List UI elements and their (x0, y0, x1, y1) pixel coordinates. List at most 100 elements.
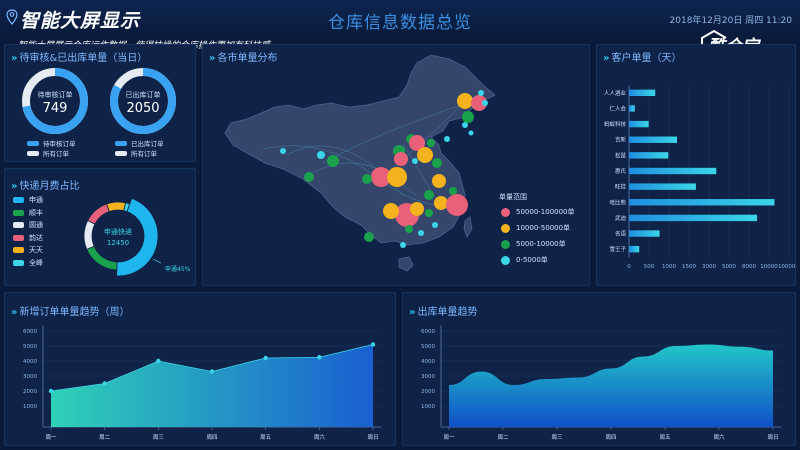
legend-label: 所有订单 (131, 150, 157, 158)
new-orders-area-chart: 1000 2000 3000 4000 5000 6000 周一 周二 周三 周四 周五 周六 周日 (23, 325, 381, 441)
y-tick-label: 6000 (421, 329, 435, 335)
city-dot (400, 242, 406, 248)
x-tick-label: 10000 (760, 264, 778, 270)
x-tick-label: 周一 (45, 434, 57, 441)
datetime: 2018年12月20日 周四 11:20 (669, 16, 792, 26)
pending-donut-chart: 待审核订单 749 (22, 68, 88, 134)
city-dot (405, 225, 413, 233)
city-dot (434, 196, 448, 210)
x-tick-label: 3000 (702, 264, 716, 270)
city-dot (462, 122, 468, 128)
x-tick-label: 8000 (742, 264, 756, 270)
map-legend-item: 50000-100000单 (501, 207, 575, 217)
bar (629, 120, 649, 128)
china-map-outline (224, 54, 496, 246)
legend-label: 所有订单 (43, 150, 69, 158)
china-map: 单量范围 (224, 54, 527, 272)
category-label: 惠氏 (615, 167, 627, 175)
orders-legend-item: 所有订单 (27, 148, 69, 158)
area-fill (449, 344, 773, 427)
x-tick-label: 周四 (605, 434, 616, 441)
y-tick-label: 5000 (421, 344, 435, 350)
legend-label: 全峰 (29, 258, 43, 267)
shipped-trend-panel: » 出库单量趋势 1000 2000 3000 4000 5000 6000 周一 周二 周三 周四… (402, 292, 796, 446)
city-dot (468, 130, 474, 136)
hainan-island (398, 256, 414, 272)
city-dot (383, 203, 399, 219)
bar (629, 245, 640, 253)
city-dot (425, 209, 433, 217)
shipped-donut-chart: 已出库订单 2050 (110, 68, 176, 134)
legend-swatch (27, 140, 39, 146)
city-dot (412, 158, 418, 164)
x-tick-label: 周五 (659, 434, 671, 441)
express-panel: » 快递月费占比 申通 顺丰 圆通 韵达 天天 全峰 申通快递 12450 申通45% (4, 168, 196, 286)
city-dot (432, 222, 438, 228)
map-legend-item: 10000-50000单 (501, 223, 570, 233)
y-tick-label: 3000 (421, 374, 435, 380)
category-label: 旺挂 (615, 183, 627, 191)
city-dot (424, 190, 434, 200)
y-tick-label: 1000 (421, 404, 435, 410)
x-tick-label: 周四 (206, 434, 217, 441)
category-label: 吉新 (615, 136, 627, 144)
x-tick-label: 1000 (662, 264, 676, 270)
chevron-right-icon: » (11, 181, 18, 192)
x-tick-label: 周二 (497, 434, 509, 441)
data-point (317, 355, 322, 360)
legend-label: 天天 (29, 246, 43, 254)
legend-label: 50000-100000单 (516, 208, 575, 216)
legend-label: 10000-50000单 (516, 224, 571, 232)
express-panel-title: » 快递月费占比 (11, 181, 80, 192)
city-dot (446, 194, 468, 216)
map-panel: » 各市单量分布 单量范围 50000-100000单 10000-50000单… (202, 44, 590, 286)
city-dot (327, 155, 339, 167)
express-legend-item: 顺丰 (13, 208, 43, 218)
x-tick-label: 周六 (713, 433, 725, 441)
legend-label: 待审核订单 (43, 140, 76, 148)
city-dot (364, 232, 374, 242)
city-dot (457, 93, 473, 109)
city-dot (418, 230, 424, 236)
city-dot (410, 202, 424, 216)
pie-slice-韵达 (87, 203, 110, 225)
legend-swatch (115, 140, 127, 146)
bar (629, 89, 656, 97)
express-legend-item: 圆通 (13, 220, 43, 230)
legend-label: 圆通 (29, 221, 43, 229)
pending-label: 待审核订单 (38, 90, 73, 99)
taiwan-island (463, 216, 473, 238)
express-legend-item: 全峰 (13, 258, 43, 268)
x-tick-label: 周六 (314, 433, 326, 441)
y-tick-label: 4000 (421, 359, 435, 365)
city-dot (362, 174, 372, 184)
legend-dot (501, 223, 510, 233)
legend-swatch (13, 247, 24, 253)
legend-swatch (13, 197, 24, 203)
bar (629, 152, 669, 159)
city-dot (449, 187, 457, 195)
city-dot (462, 111, 474, 123)
data-point (48, 388, 54, 394)
y-tick-label: 2000 (421, 389, 435, 395)
area-fill (51, 344, 373, 427)
x-tick-label: 周三 (551, 434, 563, 441)
x-tick-label: 周五 (260, 434, 272, 441)
y-tick-label: 5000 (23, 344, 37, 350)
legend-dot (501, 255, 510, 265)
legend-label: 已出库订单 (131, 140, 164, 148)
map-legend-title: 单量范围 (499, 192, 527, 201)
bar (629, 105, 635, 112)
pie-slice-圆通 (83, 219, 96, 250)
data-point (209, 369, 215, 374)
orders-legend-item: 待审核订单 (27, 138, 76, 148)
city-dot (280, 148, 286, 154)
callout-line (152, 258, 161, 264)
legend-label: 申通 (29, 196, 43, 204)
legend-swatch (13, 222, 24, 228)
y-tick-label: 1000 (23, 404, 37, 410)
x-tick-label: 500 (644, 264, 655, 270)
customer-panel: » 客户单量（天） 0 500 1000 1500 3000 5000 8000 10000 10… (596, 44, 797, 286)
shipped-label: 已出库订单 (126, 90, 161, 99)
legend-swatch (13, 209, 24, 216)
